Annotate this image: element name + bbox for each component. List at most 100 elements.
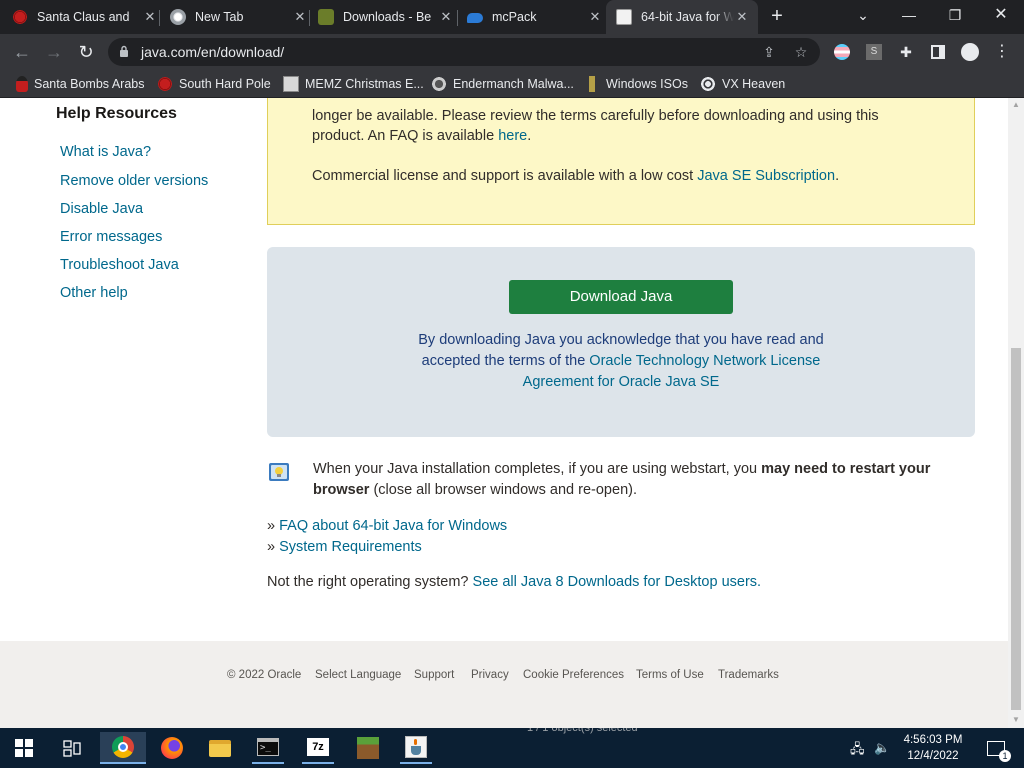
copyright-text: © 2022 Oracle [227, 669, 302, 681]
reload-button[interactable]: ↻ [74, 40, 98, 64]
help-link-troubleshoot[interactable]: Troubleshoot Java [60, 257, 179, 273]
taskbar-minecraft[interactable] [352, 732, 384, 764]
clock-time: 4:56:03 PM [903, 734, 963, 746]
tab-separator [309, 10, 310, 26]
bookmark-item[interactable]: Santa Bombs Arabs [16, 75, 144, 93]
system-requirements-link[interactable]: System Requirements [279, 539, 422, 555]
task-view-button[interactable] [56, 732, 88, 764]
not-right-os-text: Not the right operating system? See all … [267, 574, 762, 590]
tab-separator [159, 10, 160, 26]
faq-here-link[interactable]: here [498, 128, 527, 144]
notice-line-2: product. An FAQ is available here. [312, 128, 532, 144]
bookmark-item[interactable]: MEMZ Christmas E... [283, 75, 424, 93]
close-icon[interactable]: ✕ [142, 9, 158, 25]
footer-privacy-link[interactable]: Privacy [471, 669, 509, 681]
chrome-favicon-icon [170, 9, 186, 25]
all-java8-downloads-link[interactable]: See all Java 8 Downloads for Desktop use… [473, 574, 762, 590]
menu-kebab-icon[interactable]: ⋮ [992, 42, 1012, 62]
folder-icon [209, 739, 231, 757]
scrollbar-thumb[interactable] [1011, 348, 1021, 710]
taskbar-java-installer[interactable] [400, 732, 432, 764]
grass-block-icon [357, 737, 379, 759]
help-link-other-help[interactable]: Other help [60, 285, 128, 301]
taskbar-7zip[interactable]: 7z [302, 732, 334, 764]
taskbar-chrome[interactable] [100, 732, 146, 764]
footer-terms-link[interactable]: Terms of Use [636, 669, 704, 681]
download-panel: Download Java By downloading Java you ac… [267, 247, 975, 437]
taskbar-firefox[interactable] [156, 732, 188, 764]
action-center-button[interactable]: 1 [980, 732, 1012, 764]
clock-date: 12/4/2022 [907, 750, 959, 762]
volume-icon[interactable]: 🔈 [874, 740, 890, 756]
chrome-icon [112, 736, 134, 758]
profile-avatar-icon[interactable] [960, 42, 980, 62]
help-link-error-messages[interactable]: Error messages [60, 229, 162, 245]
download-java-button[interactable]: Download Java [509, 280, 733, 314]
extensions-puzzle-icon[interactable]: ✚ [896, 42, 916, 62]
tab-new-tab[interactable]: New Tab ✕ [170, 0, 308, 34]
back-button[interactable]: ← [10, 40, 34, 64]
firefox-icon [161, 737, 183, 759]
download-acknowledgement-text: By downloading Java you acknowledge that… [418, 332, 824, 390]
help-link-disable-java[interactable]: Disable Java [60, 201, 143, 217]
browser-tab-strip: Santa Claus and ✕ New Tab ✕ Downloads - … [0, 0, 1024, 34]
notification-count-badge: 1 [999, 749, 1011, 762]
forward-button[interactable]: → [42, 40, 66, 64]
extension-s-icon[interactable]: S [864, 42, 884, 62]
help-link-what-is-java[interactable]: What is Java? [60, 144, 151, 160]
share-icon[interactable]: ⇪ [760, 43, 778, 61]
bookmark-item[interactable]: South Hard Pole [157, 75, 271, 93]
list-item: » FAQ about 64-bit Java for Windows [267, 518, 508, 534]
faq-64bit-link[interactable]: FAQ about 64-bit Java for Windows [279, 518, 507, 534]
taskbar-terminal[interactable]: >_ [252, 732, 284, 764]
close-icon[interactable]: ✕ [734, 9, 750, 25]
bookmark-star-icon[interactable]: ☆ [792, 43, 810, 61]
java-se-subscription-link[interactable]: Java SE Subscription [697, 168, 835, 184]
page-footer: © 2022 Oracle Select Language Support Pr… [0, 641, 1008, 728]
address-bar[interactable]: java.com/en/download/ ⇪ ☆ [108, 38, 820, 66]
minimize-button[interactable]: — [886, 0, 932, 30]
tab-java-download[interactable]: 64-bit Java for W ✕ [606, 0, 758, 34]
footer-cookie-preferences-link[interactable]: Cookie Preferences [523, 669, 624, 681]
tower-icon [584, 76, 600, 92]
related-links: » FAQ about 64-bit Java for Windows » Sy… [267, 516, 507, 558]
bookmark-item[interactable]: Endermanch Malwa... [431, 75, 574, 93]
extension-flag-icon[interactable] [832, 42, 852, 62]
notice-line-3: Commercial license and support is availa… [312, 168, 840, 184]
footer-select-language-link[interactable]: Select Language [315, 669, 401, 681]
red-spiky-favicon-icon [12, 9, 28, 25]
close-icon[interactable]: ✕ [292, 9, 308, 25]
tab-downloads[interactable]: Downloads - Be ✕ [318, 0, 454, 34]
fiddle-favicon-icon [318, 9, 334, 25]
system-clock[interactable]: 4:56:03 PM 12/4/2022 [898, 732, 968, 764]
blue-logo-favicon-icon [467, 13, 483, 23]
background-window-status-text: 1 / 1 object(s) selected [527, 728, 638, 734]
task-view-icon [63, 740, 81, 757]
lock-icon [120, 45, 128, 57]
footer-support-link[interactable]: Support [414, 669, 454, 681]
tab-mcpack[interactable]: mcPack ✕ [467, 0, 603, 34]
java-favicon-icon [616, 9, 632, 25]
network-icon[interactable]: 🖧 [850, 740, 865, 762]
restore-button[interactable]: ❐ [932, 0, 978, 30]
footer-trademarks-link[interactable]: Trademarks [718, 669, 779, 681]
tab-search-button[interactable]: ⌄ [840, 0, 886, 30]
lightbulb-tip-icon [269, 463, 289, 481]
close-window-button[interactable]: ✕ [978, 0, 1024, 30]
new-tab-button[interactable]: + [766, 4, 788, 28]
taskbar-file-explorer[interactable] [204, 732, 236, 764]
notification-icon: 1 [987, 740, 1011, 762]
scroll-up-arrow-icon[interactable]: ▲ [1011, 100, 1021, 110]
help-link-remove-older[interactable]: Remove older versions [60, 173, 208, 189]
scroll-down-arrow-icon[interactable]: ▼ [1011, 715, 1021, 725]
close-icon[interactable]: ✕ [438, 9, 454, 25]
start-button[interactable] [8, 732, 40, 764]
bookmark-item[interactable]: VX Heaven [700, 75, 785, 93]
tab-santa-claus[interactable]: Santa Claus and ✕ [12, 0, 158, 34]
restart-browser-tip: When your Java installation completes, i… [313, 461, 931, 498]
side-panel-icon[interactable] [928, 42, 948, 62]
bookmark-item[interactable]: Windows ISOs [584, 75, 688, 93]
biohazard-icon [700, 76, 716, 92]
page-scrollbar[interactable]: ▲ ▼ [1008, 98, 1024, 728]
close-icon[interactable]: ✕ [587, 9, 603, 25]
